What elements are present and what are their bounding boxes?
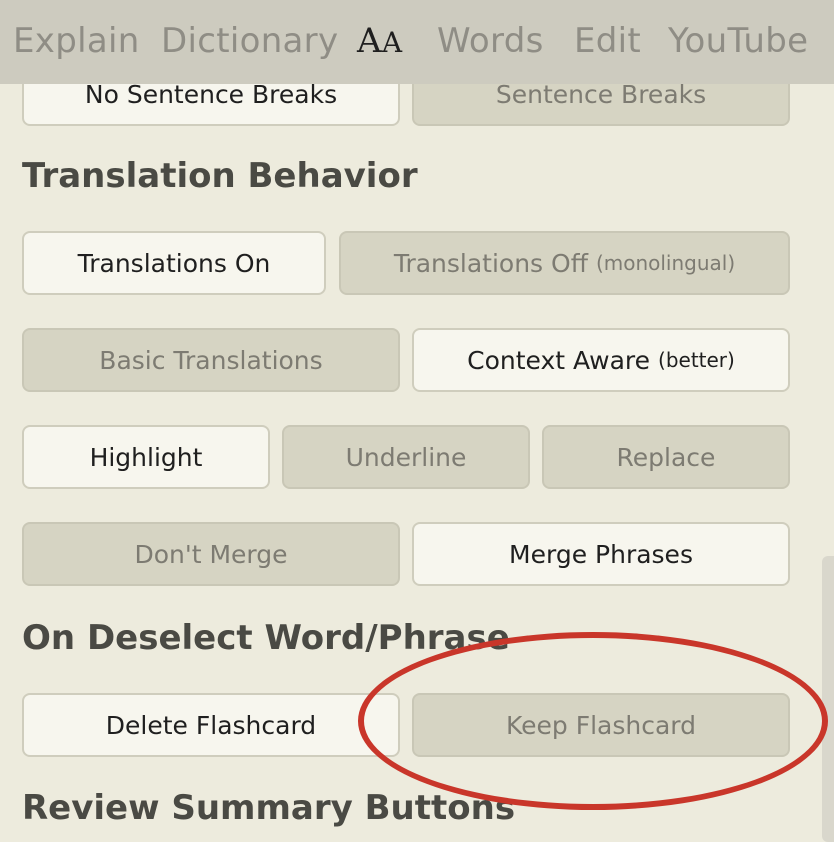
context-aware-button[interactable]: Context Aware (better) [412, 328, 790, 392]
translations-on-label: Translations On [77, 248, 271, 278]
highlight-button[interactable]: Highlight [22, 425, 270, 489]
tab-words[interactable]: Words [437, 18, 544, 64]
dont-merge-button[interactable]: Don't Merge [22, 522, 400, 586]
tab-text-settings[interactable]: AA [357, 18, 402, 64]
review-summary-heading: Review Summary Buttons [22, 788, 516, 828]
translation-behavior-heading: Translation Behavior [22, 156, 418, 196]
underline-label: Underline [345, 442, 467, 472]
settings-content: No Sentence Breaks Sentence Breaks Trans… [0, 0, 834, 842]
translations-off-sublabel: (monolingual) [595, 251, 736, 275]
delete-flashcard-button[interactable]: Delete Flashcard [22, 693, 400, 757]
top-tab-bar: Explain Dictionary AA Words Edit YouTube [0, 0, 834, 84]
tab-youtube[interactable]: YouTube [668, 18, 808, 64]
text-size-icon-large-letter: A [357, 21, 382, 61]
translations-off-label: Translations Off [393, 248, 588, 278]
tab-explain[interactable]: Explain [13, 18, 140, 64]
text-size-icon-small-letter: A [381, 26, 403, 59]
underline-button[interactable]: Underline [282, 425, 530, 489]
context-aware-sublabel: (better) [658, 348, 735, 372]
replace-button[interactable]: Replace [542, 425, 790, 489]
replace-label: Replace [616, 442, 716, 472]
translations-on-button[interactable]: Translations On [22, 231, 326, 295]
on-deselect-heading: On Deselect Word/Phrase [22, 618, 510, 658]
keep-flashcard-button[interactable]: Keep Flashcard [412, 693, 790, 757]
settings-panel: No Sentence Breaks Sentence Breaks Trans… [0, 0, 834, 842]
merge-phrases-button[interactable]: Merge Phrases [412, 522, 790, 586]
translations-off-button[interactable]: Translations Off (monolingual) [339, 231, 790, 295]
tab-edit[interactable]: Edit [574, 18, 641, 64]
context-aware-label: Context Aware [467, 345, 651, 375]
highlight-label: Highlight [89, 442, 203, 472]
basic-translations-button[interactable]: Basic Translations [22, 328, 400, 392]
vertical-scrollbar[interactable] [822, 556, 834, 842]
merge-phrases-label: Merge Phrases [509, 539, 693, 569]
delete-flashcard-label: Delete Flashcard [105, 710, 317, 740]
dont-merge-label: Don't Merge [134, 539, 288, 569]
keep-flashcard-label: Keep Flashcard [505, 710, 696, 740]
tab-dictionary[interactable]: Dictionary [161, 18, 338, 64]
basic-translations-label: Basic Translations [99, 345, 323, 375]
